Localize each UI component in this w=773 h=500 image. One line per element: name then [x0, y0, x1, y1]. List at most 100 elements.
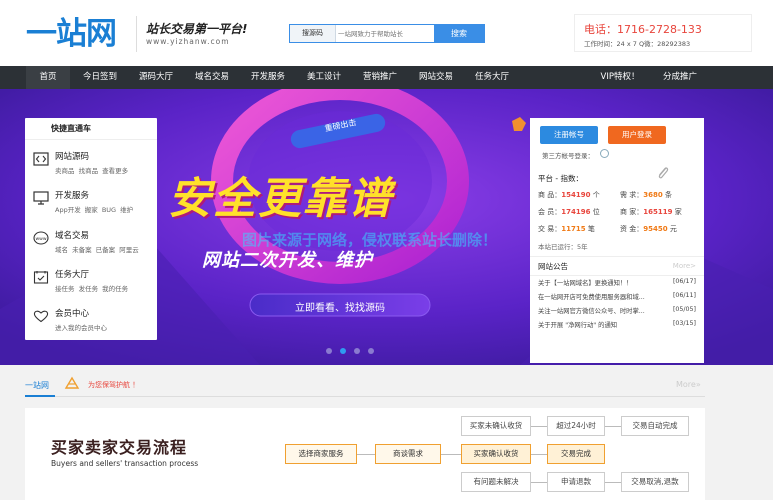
search-category-select[interactable]: 搜源码 [290, 25, 336, 42]
nav-item-checkin[interactable]: 今日签到 [76, 66, 124, 89]
section-brand: 一站网 [25, 381, 49, 390]
nav-item-affiliate[interactable]: 分成推广 [654, 66, 706, 89]
nav-item-source[interactable]: 源码大厅 [132, 66, 180, 89]
nav-item-vip[interactable]: VIP特权！ [594, 66, 646, 89]
site-logo[interactable]: 一站网 [26, 14, 128, 54]
quick-item-sub: 卖商品 找商品 查看更多 [55, 167, 129, 175]
search-input[interactable] [338, 26, 434, 41]
slogan-url: www.yizhanw.com [146, 37, 230, 46]
slogan: 站长交易第一平台! [146, 22, 248, 36]
login-button[interactable]: 用户登录 [608, 126, 666, 144]
quick-item-name: 网站源码 [55, 152, 90, 162]
notice-item[interactable]: 关于【一站网域名】更换通知！！ [06/17] [538, 278, 696, 292]
stat-uptime: 本站已运行：5年 [538, 243, 588, 251]
notice-title: 网站公告 [538, 262, 568, 271]
heart-icon [33, 310, 49, 323]
calendar-check-icon [33, 271, 49, 284]
quick-nav-title: 快捷直通车 [25, 118, 157, 140]
login-panel: 注册帐号 用户登录 第三方帐号登录： 平台 - 指数： 商 品：154190 个… [530, 118, 704, 363]
notice-header: 网站公告 More> [530, 256, 704, 276]
stat-funds: 资 金：95450 元 [620, 225, 677, 233]
section-header: 一站网 为您保驾护航 ！ More» [0, 370, 773, 400]
quick-item-source[interactable]: 网站源码 卖商品 找商品 查看更多 [33, 149, 153, 187]
notice-item[interactable]: 关于开展 "净网行动" 的通知 [03/15] [538, 320, 696, 334]
section-divider [25, 396, 705, 397]
quick-item-name: 域名交易 [55, 231, 90, 241]
carousel-dot[interactable] [368, 348, 374, 354]
carousel-dot[interactable] [354, 348, 360, 354]
flow-step-buyer-confirm: 买家确认收货 [461, 444, 531, 464]
quick-item-dev[interactable]: 开发服务 App开发 搬家 BUG 维护 [33, 188, 153, 226]
stat-trades: 交 易：11715 笔 [538, 225, 595, 233]
nav-item-domain[interactable]: 域名交易 [188, 66, 236, 89]
flow-step-choose: 选择商家服务 [285, 444, 357, 464]
section-more-link[interactable]: More» [676, 380, 701, 389]
quick-item-tasks[interactable]: 任务大厅 接任务 发任务 我的任务 [33, 267, 153, 305]
search-button[interactable]: 搜索 [434, 25, 484, 42]
stat-goods: 商 品：154190 个 [538, 191, 600, 199]
quick-item-sub: 域名 未备案 已备案 阿里云 [55, 246, 139, 254]
flow-arrow [531, 454, 547, 455]
flow-subtitle: Buyers and sellers' transaction process [51, 459, 199, 468]
quick-item-member[interactable]: 会员中心 进入我的会员中心 [33, 306, 153, 344]
nav-item-tasks[interactable]: 任务大厅 [468, 66, 516, 89]
nav-item-marketing[interactable]: 营销推广 [356, 66, 404, 89]
flow-step-refunded: 交易取消,退款 [621, 472, 689, 492]
flow-arrow [357, 454, 375, 455]
quick-item-name: 开发服务 [55, 191, 90, 201]
quick-nav-panel: 快捷直通车 网站源码 卖商品 找商品 查看更多 开发服务 App开发 搬家 BU… [25, 118, 157, 340]
contact-phone: 电话：1716-2728-133 [584, 23, 702, 36]
banner-cta[interactable]: 立即看看、找找源码 [250, 299, 430, 314]
nav-item-design[interactable]: 美工设计 [300, 66, 348, 89]
flow-title: 买家卖家交易流程 [51, 438, 188, 457]
contact-box: 电话：1716-2728-133 工作时间：24 x 7 Q微：28292383 [574, 14, 752, 52]
nav-item-site-trade[interactable]: 网站交易 [412, 66, 460, 89]
nav-item-home[interactable]: 首页 [26, 66, 70, 89]
carousel-dot-active[interactable] [340, 348, 346, 354]
nav-item-dev[interactable]: 开发服务 [244, 66, 292, 89]
section-tagline: 为您保驾护航 ！ [88, 381, 140, 389]
flow-step-negotiate: 商谈需求 [375, 444, 441, 464]
flow-arrow [531, 426, 547, 427]
notice-item[interactable]: 关注一站网官方微信公众号、时时掌... [05/05] [538, 306, 696, 320]
register-button[interactable]: 注册帐号 [540, 126, 598, 144]
quick-item-sub: App开发 搬家 BUG 维护 [55, 206, 134, 214]
code-icon [33, 152, 49, 166]
site-header: 一站网 站长交易第一平台! www.yizhanw.com 搜源码 搜索 电话：… [0, 0, 773, 66]
quick-item-domain[interactable]: www 域名交易 域名 未备案 已备案 阿里云 [33, 228, 153, 266]
flow-step-problem: 有问题未解决 [461, 472, 531, 492]
flow-step-over24h: 超过24小时 [547, 416, 605, 436]
section-divider-accent [25, 395, 55, 397]
sail-icon [64, 376, 80, 389]
flow-step-unconfirmed: 买家未确认收货 [461, 416, 531, 436]
third-party-login-icon[interactable] [600, 149, 609, 158]
logo-divider [136, 16, 137, 52]
flow-arrow [531, 482, 547, 483]
quick-item-name: 会员中心 [55, 309, 90, 319]
third-party-login-label: 第三方帐号登录： [542, 152, 594, 160]
stats-title: 平台 - 指数： [538, 174, 583, 183]
monitor-icon [33, 191, 49, 205]
www-icon: www [33, 231, 49, 245]
transaction-flow: 买家卖家交易流程 Buyers and sellers' transaction… [25, 408, 705, 500]
notice-more-link[interactable]: More> [673, 262, 696, 270]
flow-arrow [605, 482, 621, 483]
flow-arrow [605, 426, 621, 427]
flow-step-refund-apply: 申请退款 [547, 472, 605, 492]
notice-item[interactable]: 在一站网开店可免费使用服务器和域... [06/11] [538, 292, 696, 306]
quick-item-name: 任务大厅 [55, 270, 90, 280]
carousel-dot[interactable] [326, 348, 332, 354]
flow-step-trade-done: 交易完成 [547, 444, 605, 464]
stat-merchants: 商 家：165119 家 [620, 208, 682, 216]
contact-hours: 工作时间：24 x 7 Q微：28292383 [584, 40, 691, 48]
carousel-dots [326, 348, 386, 354]
search-bar: 搜源码 搜索 [289, 24, 485, 43]
logo-text: 一站网 [26, 16, 117, 52]
banner-headline: 安全更靠谱 [168, 174, 393, 224]
stat-demands: 需 求：3680 条 [620, 191, 672, 199]
quick-item-sub: 接任务 发任务 我的任务 [55, 285, 129, 293]
stat-members: 会 员：174196 位 [538, 208, 600, 216]
paperclip-icon [658, 167, 669, 179]
quick-item-sub: 进入我的会员中心 [55, 324, 107, 332]
flow-step-auto-done: 交易自动完成 [621, 416, 689, 436]
